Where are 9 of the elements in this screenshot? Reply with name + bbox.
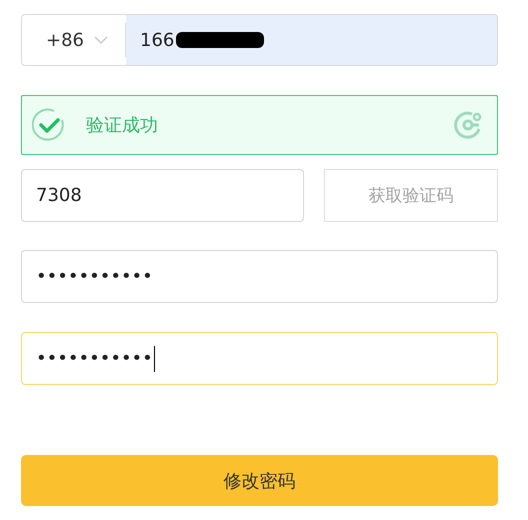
submit-button[interactable]: 修改密码 [21,455,498,506]
phone-input[interactable]: 166 [126,15,497,65]
chevron-down-icon [94,36,108,44]
sms-code-field[interactable]: 7308 [21,169,304,222]
password-field[interactable]: ••••••••••• [21,250,498,303]
captcha-status-text: 验证成功 [86,114,159,137]
refresh-icon[interactable] [453,110,483,140]
confirm-password-field[interactable]: ••••••••••• [21,332,498,385]
check-circle-icon [32,108,66,142]
